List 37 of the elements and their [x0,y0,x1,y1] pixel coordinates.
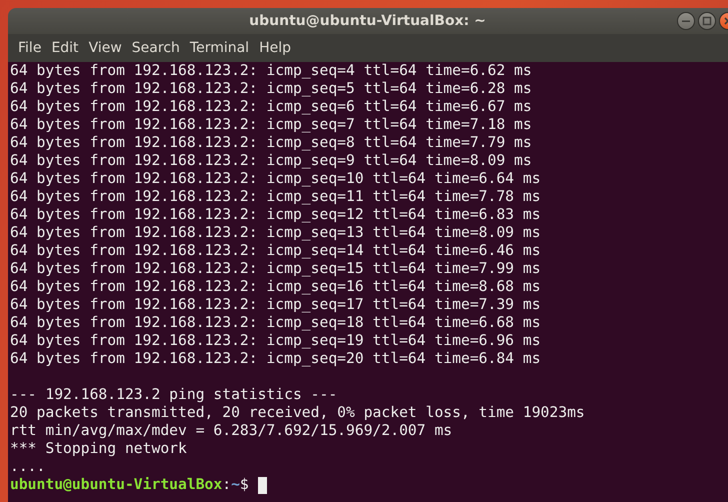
output-line: 64 bytes from 192.168.123.2: icmp_seq=5 ttl=64 time=6.28 ms [10,80,533,98]
output-line: 64 bytes from 192.168.123.2: icmp_seq=11 ttl=64 time=7.78 ms [10,188,542,206]
prompt-symbol: $ [240,476,249,494]
minimize-button[interactable] [677,12,695,30]
output-line: 20 packets transmitted, 20 received, 0% packet loss, time 19023ms [10,404,586,422]
menu-item[interactable]: Edit [46,40,84,56]
text-cursor [258,476,267,494]
maximize-button[interactable] [698,12,716,30]
output-line: 64 bytes from 192.168.123.2: icmp_seq=7 ttl=64 time=7.18 ms [10,116,533,134]
output-line: rtt min/avg/max/mdev = 6.283/7.692/15.969/2.007 ms [10,422,454,440]
output-line: 64 bytes from 192.168.123.2: icmp_seq=10 ttl=64 time=6.64 ms [10,170,542,188]
output-line: 64 bytes from 192.168.123.2: icmp_seq=18 ttl=64 time=6.68 ms [10,314,542,332]
prompt-separator: : [222,476,232,494]
maximize-icon [702,16,712,26]
output-line: *** Stopping network [10,440,188,458]
output-line: 64 bytes from 192.168.123.2: icmp_seq=16 ttl=64 time=8.68 ms [10,278,542,296]
output-line: 64 bytes from 192.168.123.2: icmp_seq=9 ttl=64 time=8.09 ms [10,152,533,170]
menu-item[interactable]: Search [126,40,185,56]
output-line: 64 bytes from 192.168.123.2: icmp_seq=6 ttl=64 time=6.67 ms [10,98,533,116]
output-line: 64 bytes from 192.168.123.2: icmp_seq=8 ttl=64 time=7.79 ms [10,134,533,152]
output-line: 64 bytes from 192.168.123.2: icmp_seq=12 ttl=64 time=6.83 ms [10,206,542,224]
prompt-path: ~ [231,476,240,494]
prompt-user-host: ubuntu@ubuntu-VirtualBox [10,476,222,494]
menu-item[interactable]: Help [254,40,296,56]
output-line: 64 bytes from 192.168.123.2: icmp_seq=13 ttl=64 time=8.09 ms [10,224,542,242]
menu-item[interactable]: File [13,40,46,56]
output-line: 64 bytes from 192.168.123.2: icmp_seq=19 ttl=64 time=6.96 ms [10,332,542,350]
output-line: 64 bytes from 192.168.123.2: icmp_seq=4 ttl=64 time=6.62 ms [10,62,533,80]
output-line: 64 bytes from 192.168.123.2: icmp_seq=15 ttl=64 time=7.99 ms [10,260,542,278]
output-line: .... [10,458,46,476]
window-title: ubuntu@ubuntu-VirtualBox: ~ [249,13,486,29]
menu-item[interactable]: View [84,40,127,56]
output-line: 64 bytes from 192.168.123.2: icmp_seq=17 ttl=64 time=7.39 ms [10,296,542,314]
output-line: 64 bytes from 192.168.123.2: icmp_seq=20 ttl=64 time=6.84 ms [10,350,542,368]
menu-item[interactable]: Terminal [184,40,254,56]
output-line: 64 bytes from 192.168.123.2: icmp_seq=14 ttl=64 time=6.46 ms [10,242,542,260]
output-line: --- 192.168.123.2 ping statistics --- [10,386,338,404]
